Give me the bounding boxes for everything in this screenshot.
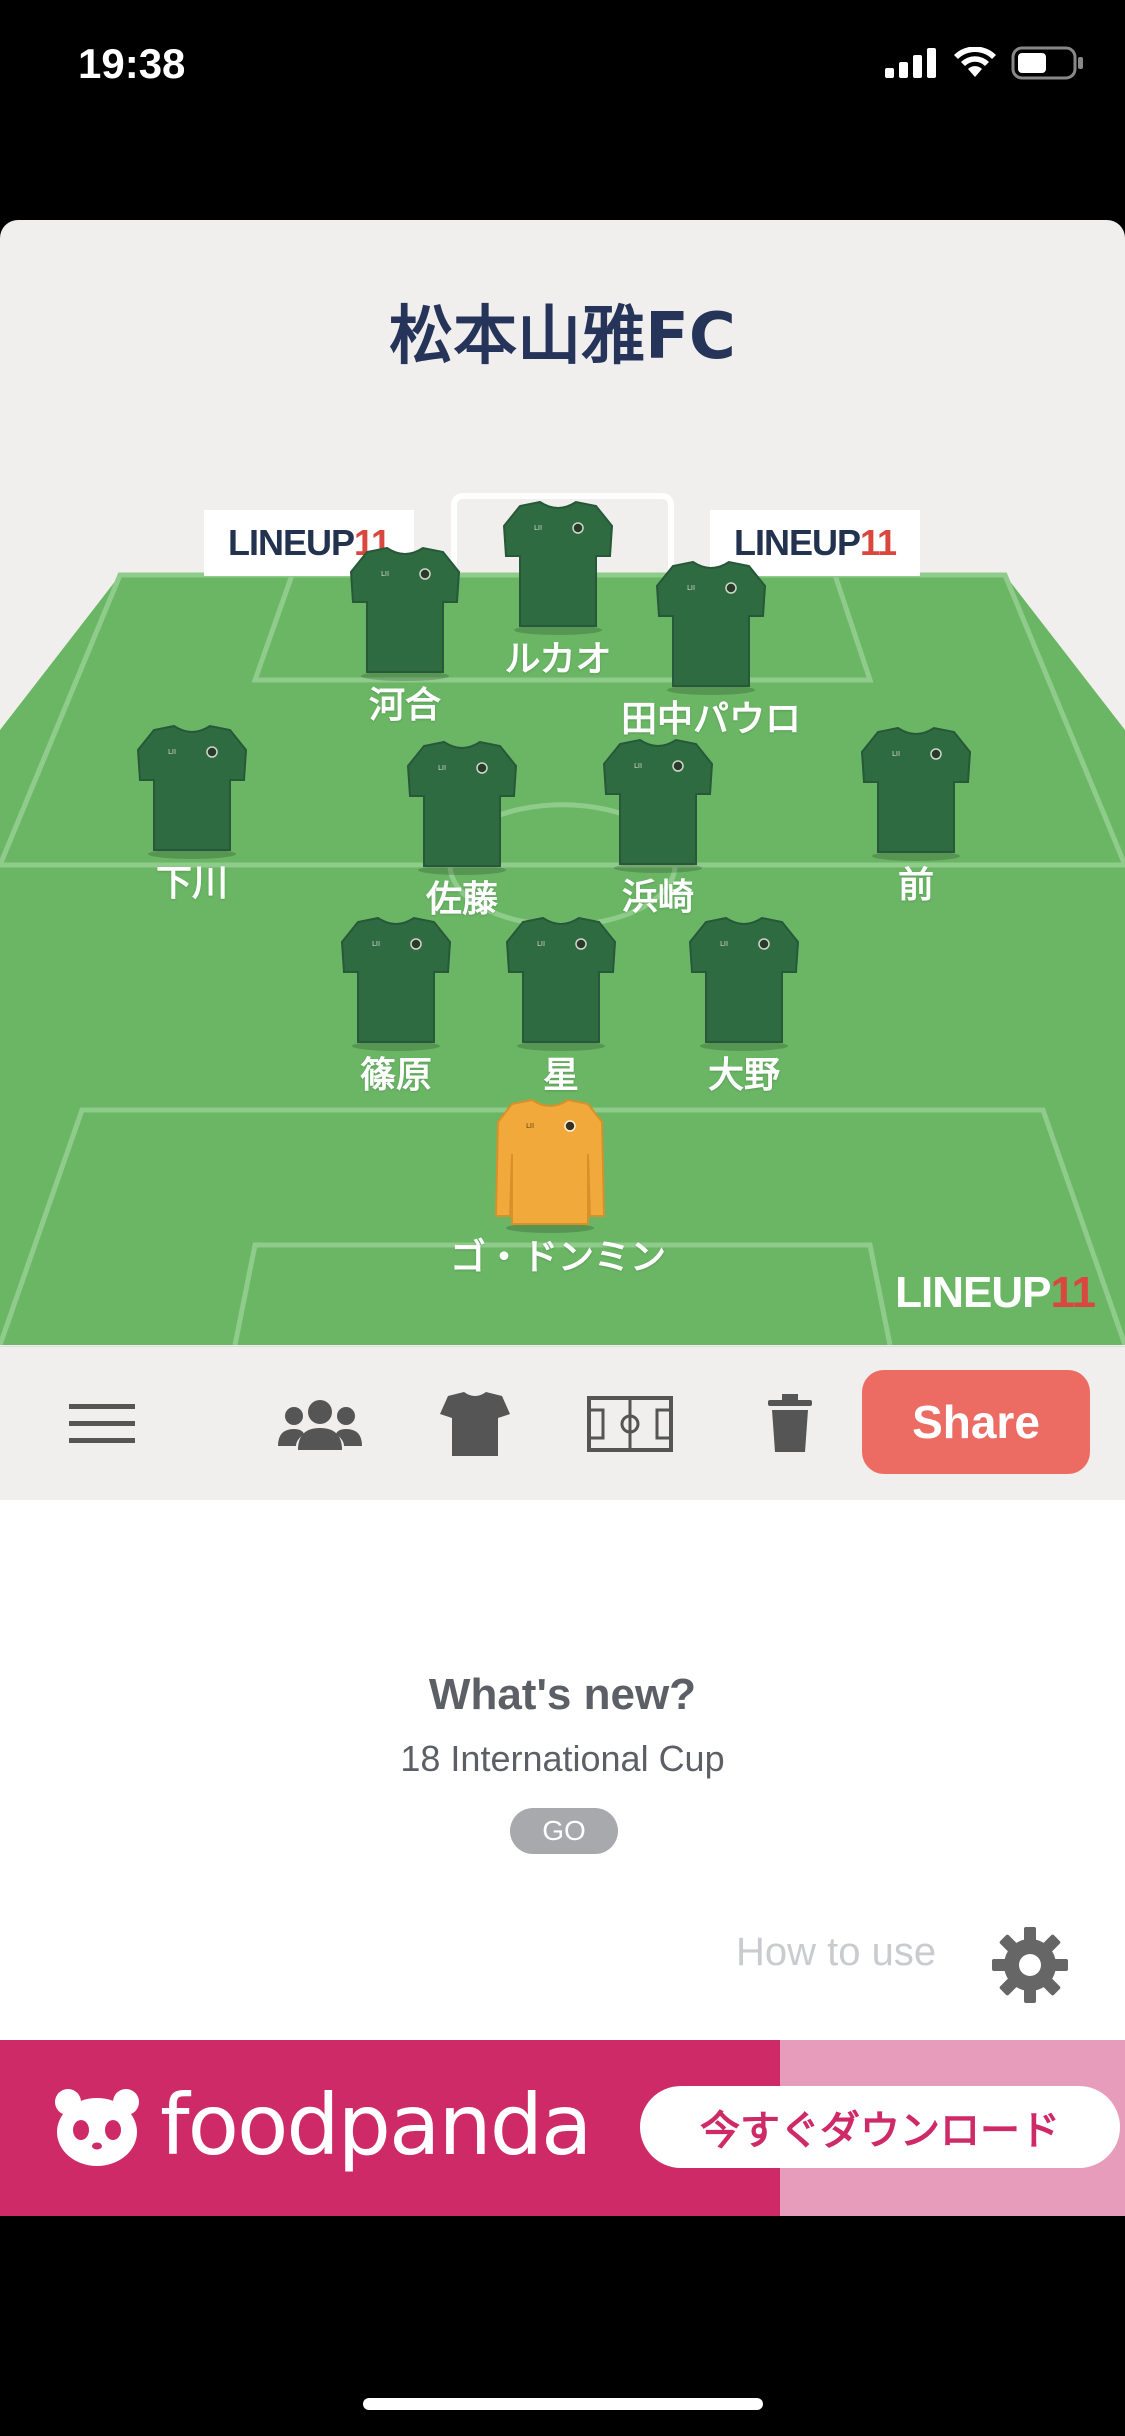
- player-slot[interactable]: LII 星: [461, 912, 661, 1098]
- outfield-shirt-icon: LII: [505, 916, 617, 1051]
- watermark-prefix: LINEUP: [895, 1268, 1051, 1317]
- player-slot[interactable]: LII 浜崎: [558, 734, 758, 920]
- outfield-shirt-icon: LII: [655, 560, 767, 695]
- goalkeeper-shirt-icon: LII: [494, 1098, 606, 1233]
- svg-text:LII: LII: [534, 524, 542, 532]
- battery-icon: [1011, 46, 1083, 80]
- outfield-shirt-icon: LII: [340, 916, 452, 1051]
- ad-brand: foodpanda: [160, 2076, 593, 2174]
- formation-button[interactable]: [580, 1347, 680, 1501]
- svg-text:LII: LII: [526, 1122, 534, 1130]
- status-icons: [885, 46, 1085, 80]
- share-button[interactable]: Share: [862, 1370, 1090, 1474]
- status-bar: 19:38: [0, 0, 1125, 140]
- lineup11-watermark: LINEUP11: [895, 1268, 1096, 1318]
- outfield-shirt-icon: LII: [860, 726, 972, 861]
- ad-download-button[interactable]: 今すぐダウンロード: [640, 2086, 1120, 2168]
- outfield-shirt-icon: LII: [349, 546, 461, 681]
- svg-text:LII: LII: [537, 940, 545, 948]
- home-indicator[interactable]: [363, 2398, 763, 2410]
- team-title[interactable]: 松本山雅FC: [0, 285, 1125, 377]
- outfield-shirt-icon: LII: [502, 500, 614, 635]
- outfield-shirt-icon: LII: [406, 740, 518, 875]
- player-name: 星: [542, 1055, 579, 1096]
- svg-text:LII: LII: [687, 584, 695, 592]
- player-name: 河合: [368, 685, 441, 726]
- status-time: 19:38: [78, 40, 186, 87]
- cellular-signal-icon: [885, 48, 936, 78]
- ad-banner[interactable]: foodpanda 今すぐダウンロード: [0, 2040, 1125, 2216]
- outfield-shirt-icon: LII: [602, 738, 714, 873]
- panda-logo-icon: [55, 2089, 139, 2166]
- player-slot[interactable]: LII 佐藤: [362, 736, 562, 922]
- delete-button[interactable]: [740, 1347, 840, 1501]
- whats-new-subtitle: 18 International Cup: [400, 1738, 725, 1779]
- svg-text:LII: LII: [720, 940, 728, 948]
- go-button[interactable]: GO: [510, 1808, 618, 1854]
- trash-icon: [768, 1394, 812, 1452]
- how-to-use-link[interactable]: How to use: [736, 1930, 936, 1975]
- outfield-shirt-icon: LII: [136, 724, 248, 859]
- player-slot[interactable]: LII 田中パウロ: [611, 556, 811, 742]
- gear-icon[interactable]: [990, 1925, 1070, 2005]
- player-slot[interactable]: LII 大野: [644, 912, 844, 1098]
- svg-text:LII: LII: [372, 940, 380, 948]
- players-icon: [278, 1400, 362, 1450]
- svg-text:LII: LII: [168, 748, 176, 756]
- sponsor-suffix: 11: [859, 522, 897, 563]
- wifi-icon: [954, 47, 996, 77]
- outfield-shirt-icon: LII: [688, 916, 800, 1051]
- player-name: 大野: [707, 1055, 780, 1096]
- pitch-icon: [587, 1396, 673, 1452]
- player-name: 前: [897, 865, 934, 906]
- svg-text:LII: LII: [892, 750, 900, 758]
- shirt-icon: [440, 1392, 510, 1456]
- menu-button[interactable]: [50, 1347, 154, 1501]
- whats-new-title: What's new?: [428, 1670, 697, 1719]
- svg-text:LII: LII: [634, 762, 642, 770]
- player-slot[interactable]: LII ゴ・ドンミン: [450, 1094, 667, 1280]
- svg-text:LII: LII: [381, 570, 389, 578]
- watermark-suffix: 11: [1050, 1268, 1096, 1317]
- kit-button[interactable]: [425, 1347, 525, 1501]
- players-button[interactable]: [270, 1347, 370, 1501]
- svg-text:LII: LII: [438, 764, 446, 772]
- player-name: ゴ・ドンミン: [450, 1237, 667, 1278]
- player-name: 下川: [155, 863, 228, 904]
- player-slot[interactable]: LII 下川: [92, 720, 292, 906]
- player-slot[interactable]: LII 前: [816, 722, 1016, 908]
- menu-icon: [69, 1404, 135, 1443]
